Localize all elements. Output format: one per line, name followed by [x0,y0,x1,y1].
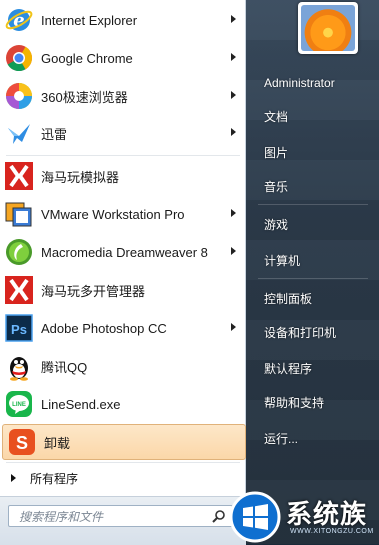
program-label: VMware Workstation Pro [41,206,185,222]
start-menu: e Internet Explorer Google Chrome 360极速浏… [0,0,379,545]
site-watermark: 系统族 WWW.XITONGZU.COM [228,490,379,544]
xunlei-icon [4,118,34,148]
qq-icon [4,351,34,381]
all-programs-label: 所有程序 [30,471,79,486]
program-label: Google Chrome [41,50,133,66]
separator [258,204,368,205]
submenu-arrow-icon[interactable] [231,323,236,331]
submenu-arrow-icon[interactable] [231,91,236,99]
link-control-panel[interactable]: 控制面板 [264,288,312,310]
photoshop-icon: Ps [4,313,34,343]
submenu-arrow-icon[interactable] [231,209,236,217]
program-label: Macromedia Dreamweaver 8 [41,244,208,260]
places-panel: Administrator 文档 图片 音乐 游戏 计算机 控制面板 设备和打印… [246,0,379,544]
submenu-arrow-icon[interactable] [231,15,236,23]
program-label: 360极速浏览器 [41,89,128,105]
program-vmware[interactable]: VMware Workstation Pro [0,196,246,232]
separator [6,155,240,156]
flower-picture [301,5,355,51]
program-label: 海马玩多开管理器 [41,283,146,299]
windows-logo-icon [229,491,281,543]
program-label: 卸载 [44,435,71,451]
program-label: Adobe Photoshop CC [41,320,167,336]
link-music[interactable]: 音乐 [264,176,288,198]
link-default-programs[interactable]: 默认程序 [264,358,312,380]
program-label: 海马玩模拟器 [41,169,120,185]
program-label: 腾讯QQ [41,359,88,375]
program-label: Internet Explorer [41,12,138,28]
program-dreamweaver[interactable]: Macromedia Dreamweaver 8 [0,234,246,270]
separator [6,462,240,463]
line-icon: LINE [4,389,34,419]
chrome-icon [4,43,34,73]
svg-text:Ps: Ps [11,322,27,337]
search-icon[interactable] [212,509,226,523]
link-computer[interactable]: 计算机 [264,250,300,272]
watermark-title: 系统族 [286,500,368,530]
svg-text:LINE: LINE [12,402,26,408]
expand-arrow-icon [11,474,16,482]
link-devices-printers[interactable]: 设备和打印机 [264,322,336,344]
programs-panel: e Internet Explorer Google Chrome 360极速浏… [0,0,246,545]
link-run[interactable]: 运行... [264,428,298,450]
all-programs-button[interactable]: 所有程序 [0,466,246,490]
link-administrator[interactable]: Administrator [264,72,335,94]
submenu-arrow-icon[interactable] [231,247,236,255]
360-browser-icon [4,81,34,111]
internet-explorer-icon: e [4,5,34,35]
program-label: 迅雷 [41,126,68,142]
haima-emulator-icon [4,161,34,191]
uninstall-icon: S [7,427,37,457]
link-games[interactable]: 游戏 [264,214,288,236]
link-help-support[interactable]: 帮助和支持 [264,392,324,414]
separator [258,278,368,279]
submenu-arrow-icon[interactable] [231,128,236,136]
watermark-url: WWW.XITONGZU.COM [290,528,374,535]
program-internet-explorer[interactable]: e Internet Explorer [0,2,246,38]
svg-text:S: S [16,433,28,453]
program-xunlei[interactable]: 迅雷 [0,115,246,151]
user-avatar[interactable] [298,2,358,54]
vmware-icon [4,199,34,229]
search-box[interactable] [8,505,233,528]
program-uninstall[interactable]: S 卸载 [2,424,246,460]
program-linesend[interactable]: LINE LineSend.exe [0,386,246,422]
program-label: LineSend.exe [41,396,121,412]
dreamweaver-icon [4,237,34,267]
program-360-browser[interactable]: 360极速浏览器 [0,78,246,114]
program-haima-multi[interactable]: 海马玩多开管理器 [0,272,246,308]
submenu-arrow-icon[interactable] [231,53,236,61]
link-pictures[interactable]: 图片 [264,142,288,164]
program-haima-emulator[interactable]: 海马玩模拟器 [0,158,246,194]
program-photoshop[interactable]: Ps Adobe Photoshop CC [0,310,246,346]
haima-multi-icon [4,275,34,305]
program-qq[interactable]: 腾讯QQ [0,348,246,384]
program-google-chrome[interactable]: Google Chrome [0,40,246,76]
link-documents[interactable]: 文档 [264,106,288,128]
search-input[interactable] [9,506,217,528]
